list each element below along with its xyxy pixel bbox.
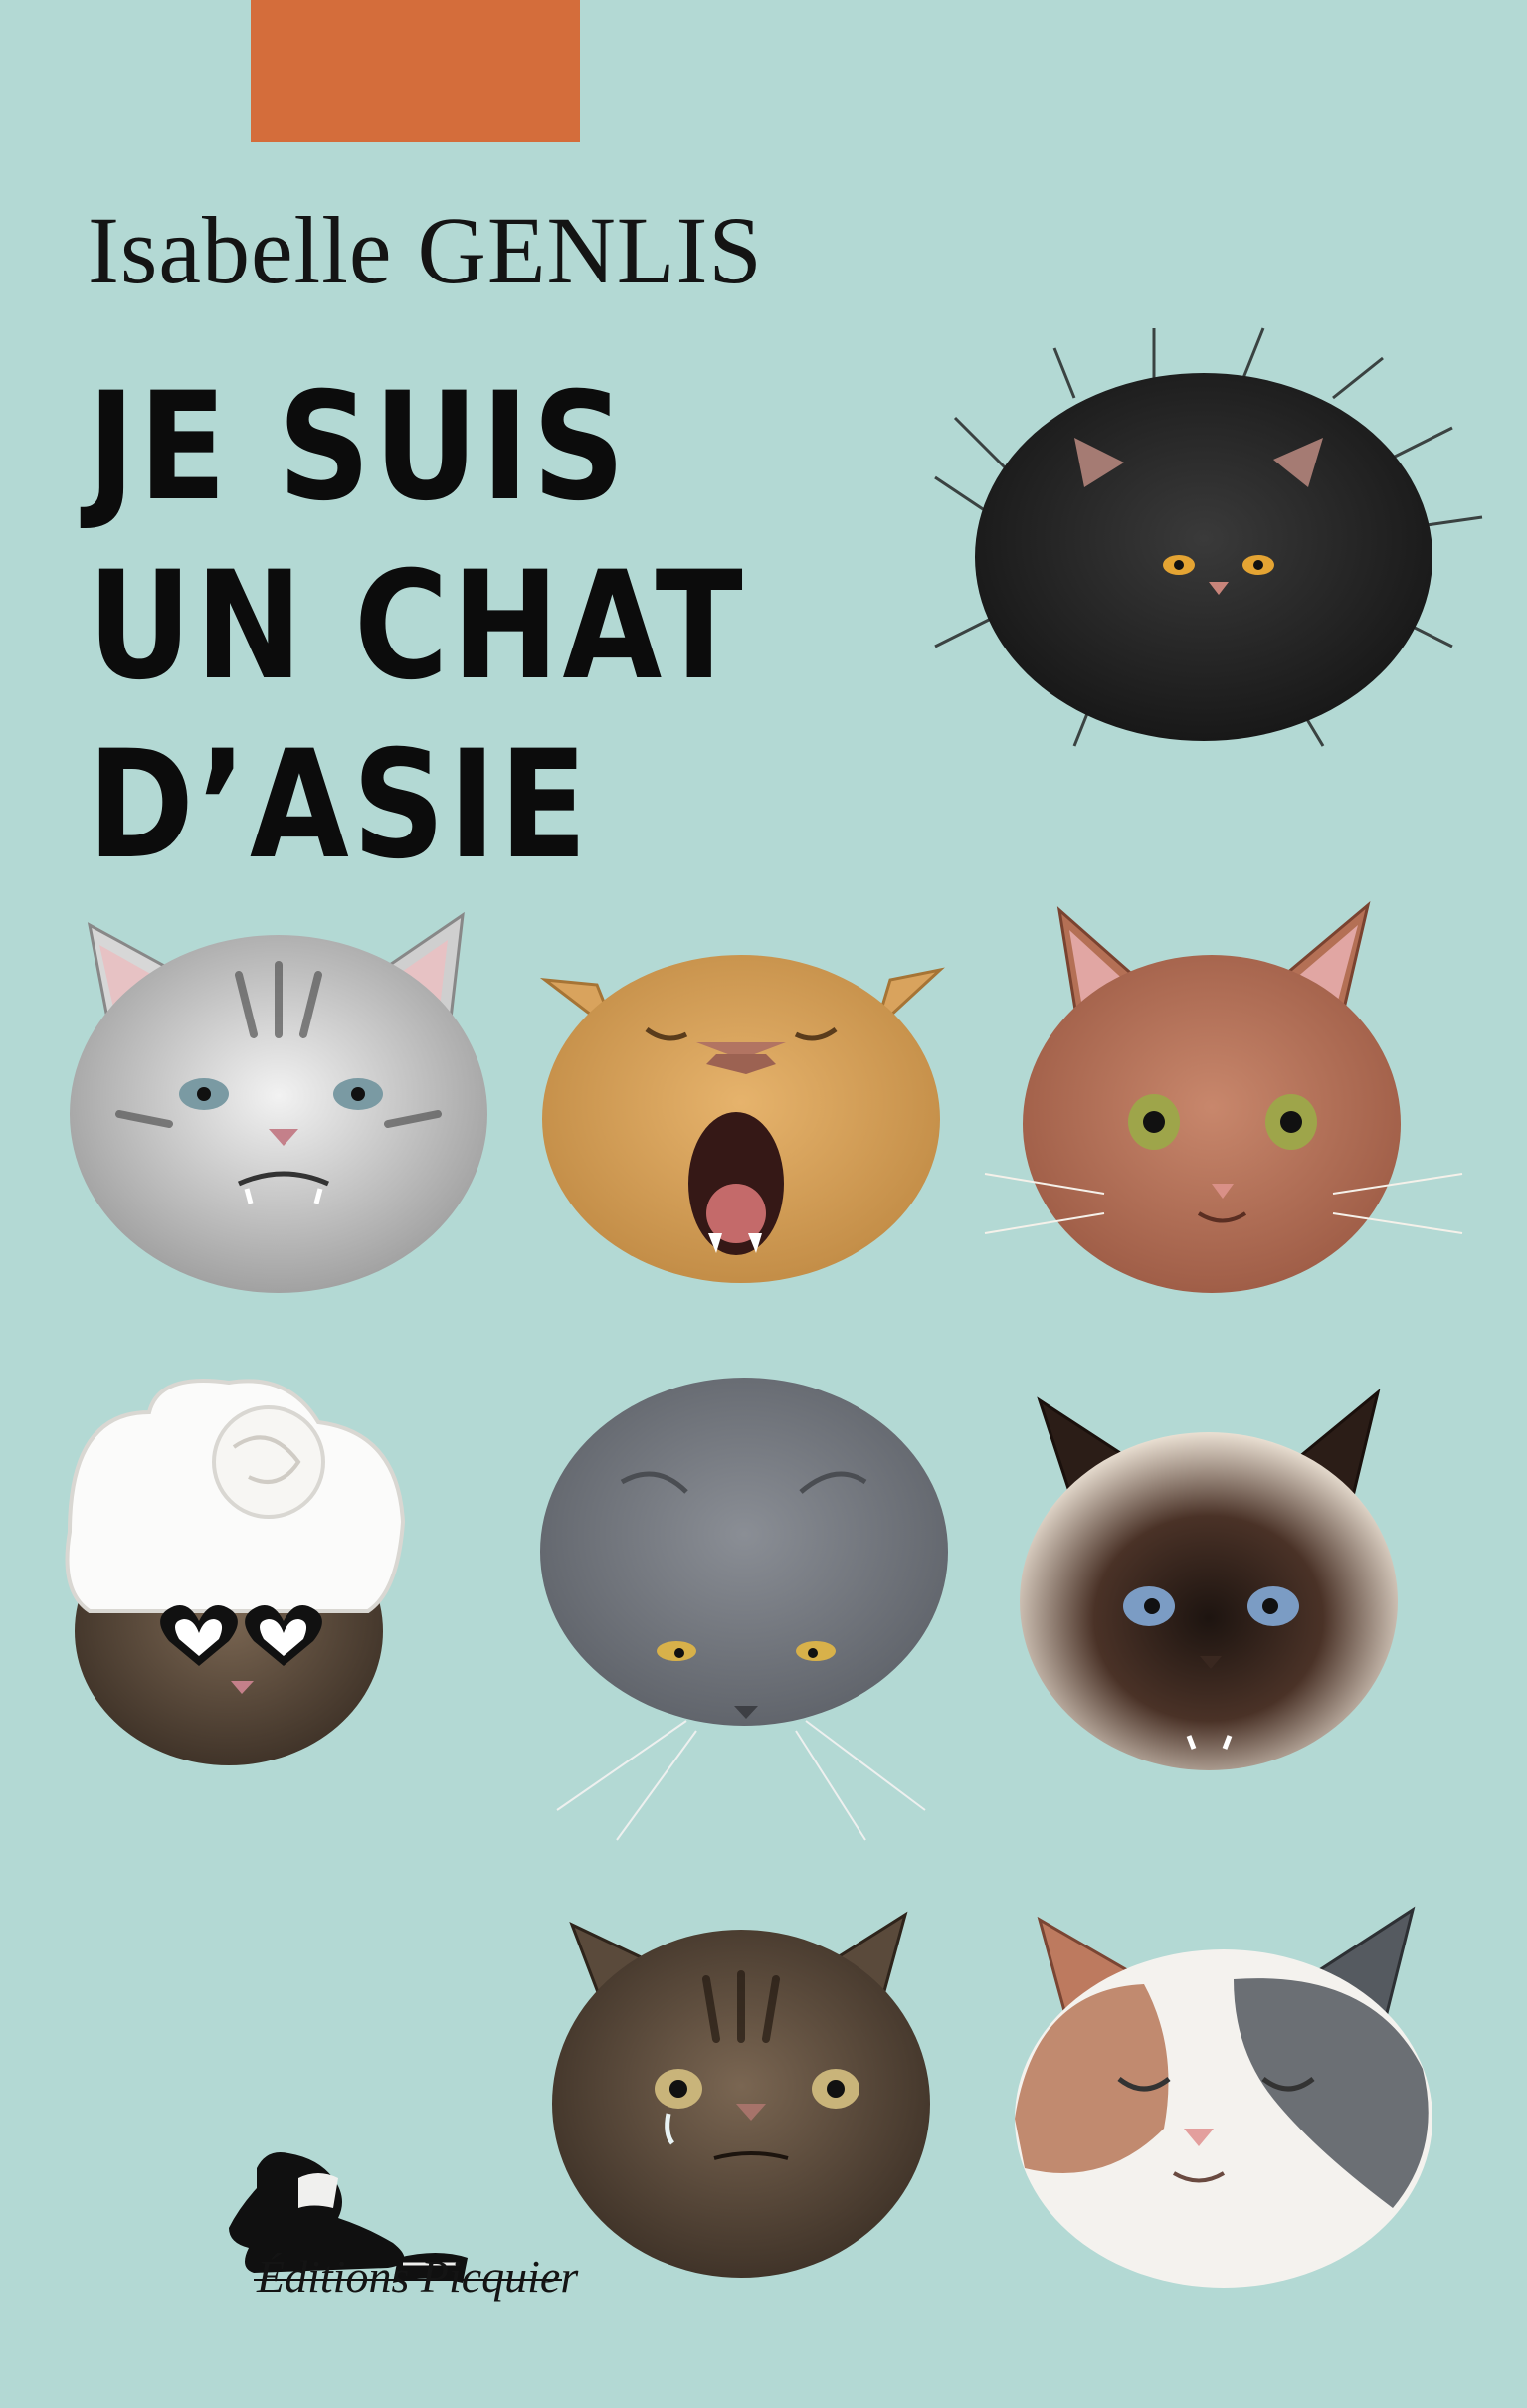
grey-cat-icon: [540, 1378, 948, 1841]
black-fluffy-cat-icon: [934, 327, 1483, 747]
book-cover: Isabelle GENLIS JE SUIS UN CHAT D’ASIE É…: [0, 0, 1527, 2408]
cat-illustrations: [65, 327, 1483, 2288]
crying-tabby-cat-icon: [552, 1911, 930, 2278]
red-cat-icon: [984, 900, 1463, 1293]
grey-tabby-cat-icon: [70, 911, 487, 1293]
siamese-cat-icon: [1020, 1388, 1398, 1770]
yawning-orange-cat-icon: [539, 955, 945, 1283]
publisher-name: Éditions Picquier: [257, 2251, 579, 2302]
calico-cat-icon: [1015, 1906, 1432, 2288]
turban-sunglasses-cat-icon: [65, 1379, 406, 1765]
